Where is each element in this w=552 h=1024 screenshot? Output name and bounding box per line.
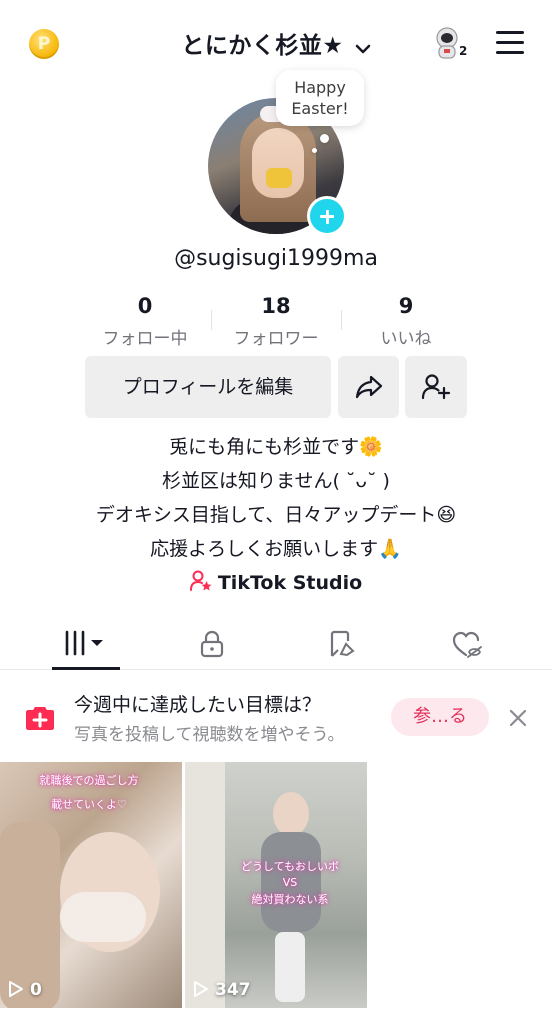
view-count-value: 347 (215, 980, 251, 1000)
join-button[interactable]: 参…る (391, 698, 489, 736)
tab-private[interactable] (143, 620, 281, 670)
bubble-line1: Happy (294, 78, 346, 97)
followers-label: フォロワー (233, 329, 319, 349)
bio-line: 兎にも角にも杉並です🌼 (169, 436, 383, 458)
followers-count: 18 (261, 294, 291, 318)
account-name: とにかく杉並★ (181, 33, 344, 59)
following-stat[interactable]: 0 フォロー中 (80, 294, 210, 349)
bubble-tail (312, 148, 317, 153)
heart-hidden-icon (452, 631, 482, 658)
notification-count: 2 (459, 44, 468, 58)
account-switcher[interactable]: とにかく杉並★ (0, 26, 552, 60)
video-thumbnail[interactable]: 就職後での過ごし方 載せていくよ♡ 0 (0, 762, 182, 1008)
tiktok-studio-link[interactable]: TikTok Studio (0, 570, 552, 594)
bio-line: 杉並区は知りません( ˘ᴗ˘ ) (162, 470, 390, 492)
video-caption: どうしてもおしいボ (240, 860, 340, 873)
video-grid: 就職後での過ごし方 載せていくよ♡ 0 どうしてもおしいボ VS 絶対買わない系… (0, 762, 552, 1008)
repost-icon (330, 630, 355, 657)
close-icon[interactable] (506, 706, 530, 730)
tab-reposts[interactable] (272, 620, 410, 670)
following-label: フォロー中 (102, 329, 188, 349)
top-bar: P とにかく杉並★ 2 (0, 0, 552, 84)
share-profile-button[interactable] (338, 356, 399, 418)
username: @sugisugi1999ma (174, 246, 378, 271)
menu-icon[interactable] (496, 31, 524, 55)
play-icon (9, 981, 23, 997)
grid-icon (65, 630, 103, 656)
video-thumbnail[interactable]: どうしてもおしいボ VS 絶対買わない系 347 (185, 762, 367, 1008)
chevron-down-icon (355, 44, 370, 53)
lock-icon (200, 630, 224, 658)
active-tab-indicator (52, 667, 120, 670)
following-count: 0 (137, 294, 153, 318)
likes-stat[interactable]: 9 いいね (341, 294, 471, 349)
video-caption: VS (282, 876, 298, 889)
edit-profile-button[interactable]: プロフィールを編集 (85, 356, 331, 418)
studio-icon (189, 570, 212, 591)
bio: 兎にも角にも杉並です🌼 杉並区は知りません( ˘ᴗ˘ ) デオキシス目指して、日… (0, 430, 552, 566)
video-caption: 載せていくよ♡ (51, 798, 127, 811)
bubble-tail (320, 134, 329, 143)
content-tabs (0, 620, 552, 670)
bio-line: 応援よろしくお願いします🙏 (150, 538, 402, 560)
likes-label: いいね (380, 329, 432, 349)
tab-videos[interactable] (17, 620, 155, 670)
add-user-icon (421, 374, 451, 400)
studio-label: TikTok Studio (217, 572, 363, 594)
add-avatar-icon[interactable] (307, 196, 347, 236)
add-friend-button[interactable] (405, 356, 467, 418)
tab-liked[interactable] (398, 620, 536, 670)
view-count-value: 0 (30, 980, 42, 1000)
likes-count: 9 (398, 294, 414, 318)
play-icon (194, 981, 208, 997)
view-count: 347 (193, 980, 251, 1000)
goal-banner: 今週中に達成したい目標は？ 写真を投稿して視聴数を増やそう。 参…る (0, 680, 552, 754)
stats-row: 0 フォロー中 18 フォロワー 9 いいね (80, 294, 472, 350)
view-count: 0 (8, 980, 42, 1000)
video-caption: 絶対買わない系 (251, 893, 329, 906)
banner-subtitle: 写真を投稿して視聴数を増やそう。 (74, 725, 345, 745)
bio-line: デオキシス目指して、日々アップデート😆 (95, 504, 457, 526)
banner-title: 今週中に達成したい目標は？ (74, 694, 322, 716)
video-caption: 就職後での過ごし方 (39, 774, 139, 787)
camera-plus-icon (26, 707, 54, 730)
share-icon (355, 375, 382, 399)
bubble-line2: Easter! (291, 99, 349, 118)
followers-stat[interactable]: 18 フォロワー (211, 294, 341, 349)
status-bubble[interactable]: Happy Easter! (276, 70, 364, 126)
